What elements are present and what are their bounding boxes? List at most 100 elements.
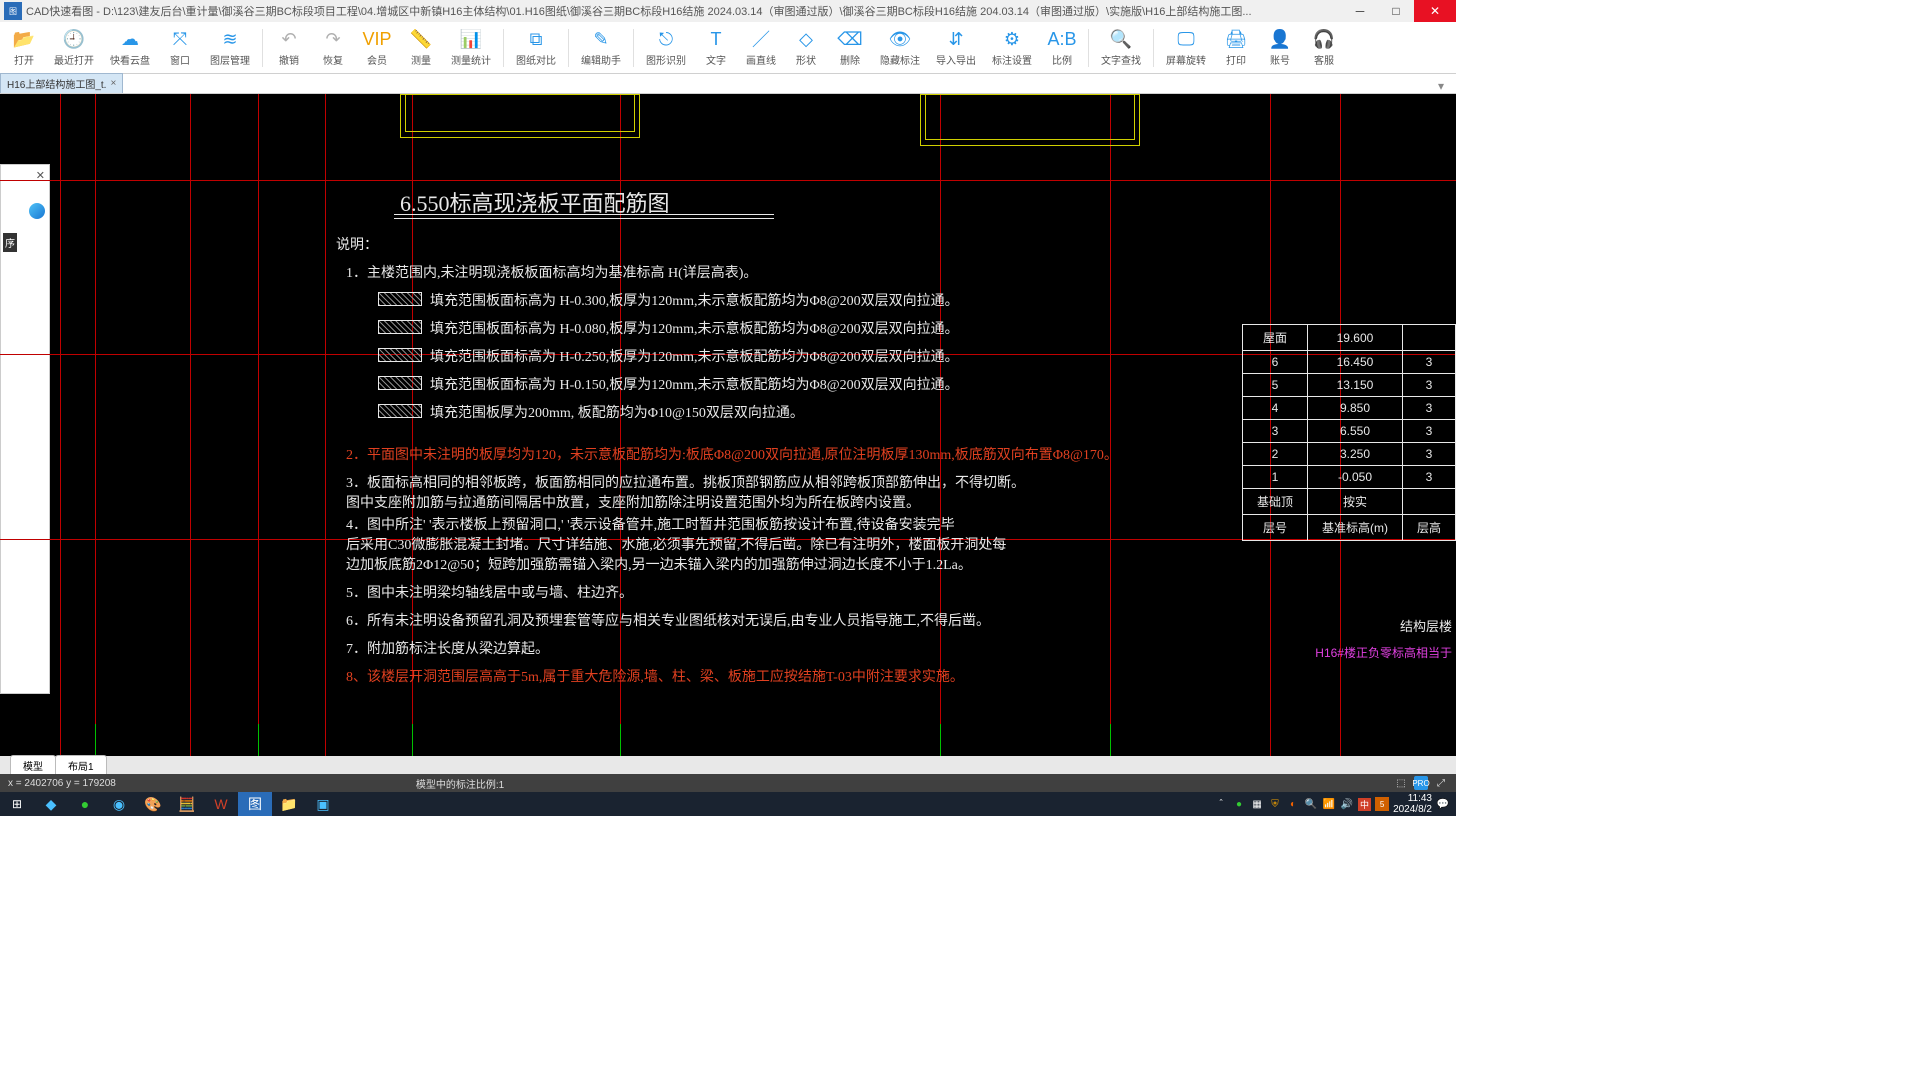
toolbar-画直线[interactable]: ／画直线 [738,26,784,69]
toolbar-测量[interactable]: 📏测量 [399,26,443,69]
tray-icon[interactable]: 🔍 [1304,797,1318,811]
toolbar-打印[interactable]: 🖨打印 [1214,26,1258,69]
toolbar-label: 会员 [367,52,387,67]
toolbar-账号[interactable]: 👤账号 [1258,26,1302,69]
toolbar-最近打开[interactable]: 🕘最近打开 [46,26,102,69]
toolbar-label: 隐藏标注 [880,52,920,67]
toolbar-比例[interactable]: A:B比例 [1040,26,1084,69]
tray-badge[interactable]: 5 [1375,797,1389,811]
taskbar-app[interactable]: ▣ [306,792,340,816]
explorer-icon[interactable]: 📁 [272,792,306,816]
note-text: 6．所有未注明设备预留孔洞及预埋套管等应与相关专业图纸核对无误后,由专业人员指导… [346,610,990,630]
toolbar-label: 打开 [14,52,34,67]
wps-icon[interactable]: W [204,792,238,816]
volume-icon[interactable]: 🔊 [1340,797,1354,811]
start-button[interactable]: ⊞ [0,792,34,816]
minimize-button[interactable]: － [1342,0,1378,22]
clock[interactable]: 11:43 2024/8/2 [1393,793,1432,815]
hatch-legend [378,404,422,418]
toolbar-icon: 👁 [889,28,911,50]
toolbar-icon: 🎧 [1313,28,1335,50]
system-tray: ＾ ● ▦ ⛨ ◐ 🔍 📶 🔊 中 5 11:43 2024/8/2 💬 [1214,793,1456,815]
toolbar-label: 比例 [1052,52,1072,67]
toolbar-撤销[interactable]: ↶撤销 [267,26,311,69]
grid-line [95,94,96,774]
toolbar-图纸对比[interactable]: ⧉图纸对比 [508,26,564,69]
wifi-icon[interactable]: 📶 [1322,797,1336,811]
status-bar: x = 2402706 y = 179208 模型中的标注比例:1 ⬚ PRO … [0,774,1456,792]
tray-shield-icon[interactable]: ⛨ [1268,797,1282,811]
edge-icon[interactable]: ◉ [102,792,136,816]
toolbar-屏幕旋转[interactable]: 🖵屏幕旋转 [1158,26,1214,69]
table-cell: 6 [1242,351,1307,374]
toolbar-label: 形状 [796,52,816,67]
cad-app-icon[interactable]: 图 [238,792,272,816]
grid-line [1110,94,1111,774]
table-cell: 2 [1242,443,1307,466]
hatch-legend [378,376,422,390]
taskbar-app[interactable]: ◆ [34,792,68,816]
toolbar-形状[interactable]: ◇形状 [784,26,828,69]
note-text-red: 8、该楼层开洞范围层高高于5m,属于重大危险源,墙、柱、梁、板施工应按结施T-0… [346,666,964,686]
close-button[interactable]: ✕ [1414,0,1456,22]
table-row: 513.1503 [1242,374,1455,397]
ime-indicator[interactable]: 中 [1358,798,1371,811]
document-tab-bar: H16上部结构施工图_t. × ▾ [0,74,1456,94]
toolbar-icon: ／ [750,28,772,50]
toolbar-文字查找[interactable]: 🔍文字查找 [1093,26,1149,69]
tray-icon[interactable]: ● [1232,797,1246,811]
close-tab-icon[interactable]: × [110,78,116,89]
table-cell: 3 [1402,466,1455,489]
toolbar-删除[interactable]: ⌫删除 [828,26,872,69]
title-underline [394,218,774,219]
tab-model[interactable]: 模型 [10,755,56,775]
toolbar-icon: ⎋ [655,28,677,50]
tray-icon[interactable]: ▦ [1250,797,1264,811]
add-tab-button[interactable]: ▾ [1432,79,1450,93]
toolbar-图形识别[interactable]: ⎋图形识别 [638,26,694,69]
toolbar-label: 图纸对比 [516,52,556,67]
toolbar-separator [633,29,634,67]
toolbar-label: 删除 [840,52,860,67]
toolbar-编辑助手[interactable]: ✎编辑助手 [573,26,629,69]
table-cell: 层高 [1402,515,1455,541]
drawing-canvas[interactable]: ✕ 序 6.550标高现浇板平面配筋图 说明： 1．主楼范围内,未注明现浇板板面… [0,94,1456,774]
maximize-button[interactable]: □ [1378,0,1414,22]
notification-icon[interactable]: 💬 [1436,797,1450,811]
toolbar-恢复[interactable]: ↷恢复 [311,26,355,69]
grid-line [325,94,326,774]
copilot-icon[interactable] [29,203,45,219]
toolbar-窗口[interactable]: ⤧窗口 [158,26,202,69]
table-cell: 3 [1402,397,1455,420]
table-cell: -0.050 [1307,466,1402,489]
toolbar-测量统计[interactable]: 📊测量统计 [443,26,499,69]
section-outline [920,94,1140,146]
side-label: 序 [3,233,17,252]
toolbar-icon: ☁ [119,28,141,50]
table-cell: 9.850 [1307,397,1402,420]
table-row: 基础顶按实 [1242,489,1455,515]
tray-icon[interactable]: ◐ [1286,797,1300,811]
taskbar-app[interactable]: 🎨 [136,792,170,816]
toolbar-导入导出[interactable]: ⇵导入导出 [928,26,984,69]
table-cell: 3 [1242,420,1307,443]
wechat-icon[interactable]: ● [68,792,102,816]
toolbar-快看云盘[interactable]: ☁快看云盘 [102,26,158,69]
taskbar-app[interactable]: 🧮 [170,792,204,816]
toolbar-图层管理[interactable]: ≋图层管理 [202,26,258,69]
toolbar-文字[interactable]: T文字 [694,26,738,69]
status-icon[interactable]: ⬚ [1394,776,1408,790]
toolbar-客服[interactable]: 🎧客服 [1302,26,1346,69]
status-icon[interactable]: ⤢ [1434,776,1448,790]
pro-badge: PRO [1414,776,1428,790]
tray-chevron-icon[interactable]: ＾ [1214,797,1228,811]
document-tab[interactable]: H16上部结构施工图_t. × [0,73,123,93]
toolbar-打开[interactable]: 📂打开 [2,26,46,69]
toolbar-隐藏标注[interactable]: 👁 隐藏标注 [872,26,928,69]
toolbar-label: 图层管理 [210,52,250,67]
tab-layout1[interactable]: 布局1 [55,755,107,775]
app-icon: 图 [4,2,22,20]
toolbar-标注设置[interactable]: ⚙标注设置 [984,26,1040,69]
note-text: 1．主楼范围内,未注明现浇板板面标高均为基准标高 H(详层高表)。 [346,262,757,282]
toolbar-会员[interactable]: VIP会员 [355,26,399,69]
